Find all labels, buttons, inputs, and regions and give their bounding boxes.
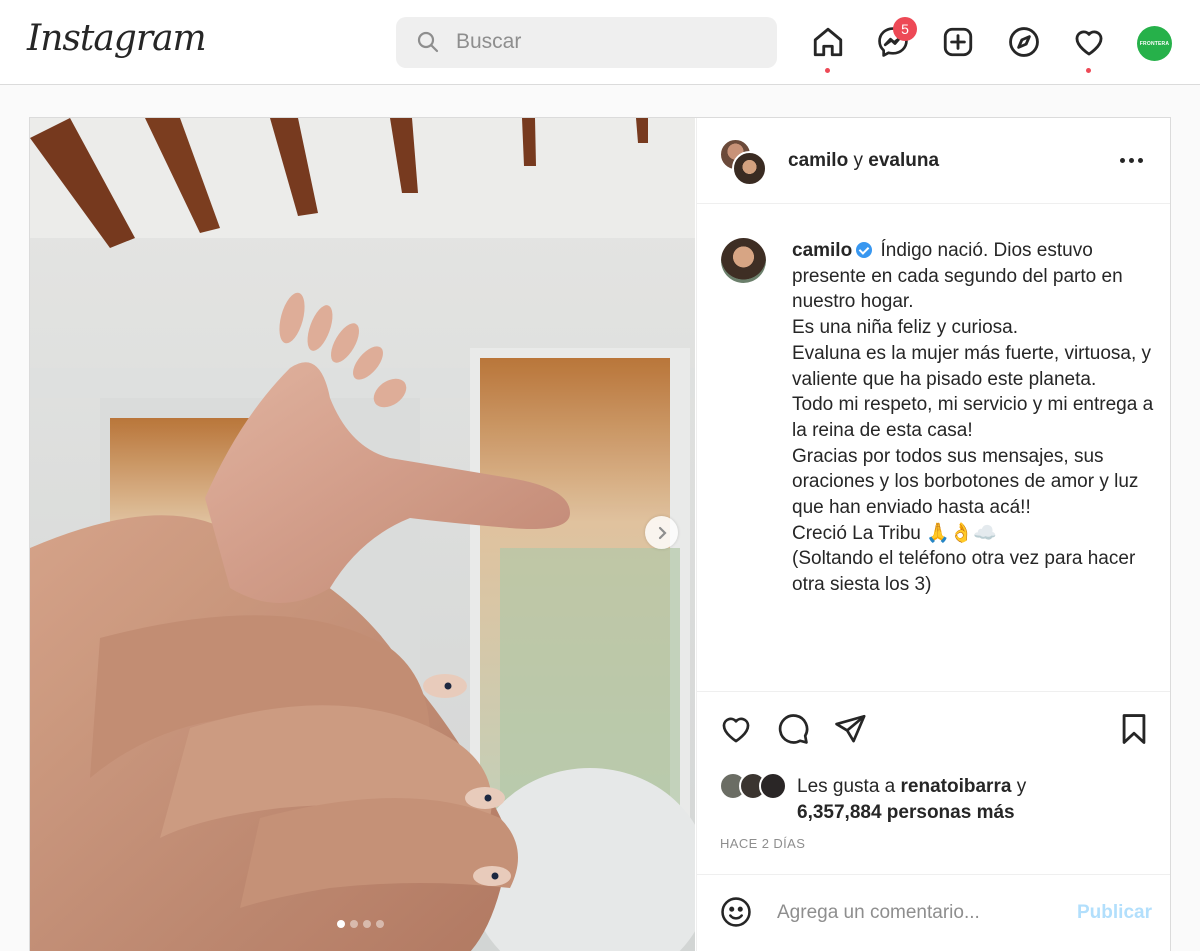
comment-icon xyxy=(778,714,809,744)
messages-badge: 5 xyxy=(893,17,917,41)
carousel-dot xyxy=(363,920,371,928)
save-button[interactable] xyxy=(1117,712,1153,748)
caption-avatar[interactable] xyxy=(721,238,766,283)
likes-count[interactable]: 6,357,884 personas más xyxy=(797,802,1015,823)
likes-text: Les gusta a renatoibarra y 6,357,884 per… xyxy=(797,774,1157,826)
post-media[interactable] xyxy=(30,118,695,951)
caption-text: Índigo nació. Dios estuvo presente en ca… xyxy=(792,240,1154,596)
search-box[interactable] xyxy=(396,17,777,68)
add-comment-bar: Publicar xyxy=(697,874,1170,951)
new-post-button[interactable] xyxy=(940,24,976,60)
caption-username[interactable]: camilo xyxy=(792,240,852,261)
avatar xyxy=(759,772,787,800)
avatar xyxy=(732,151,767,186)
share-button[interactable] xyxy=(833,712,869,748)
publish-button[interactable]: Publicar xyxy=(1077,902,1152,924)
more-dot xyxy=(1128,157,1134,163)
explore-button[interactable] xyxy=(1006,24,1042,60)
comment-input[interactable] xyxy=(777,897,1057,929)
compass-icon xyxy=(1009,27,1039,57)
activity-button[interactable] xyxy=(1071,24,1107,73)
plus-square-icon xyxy=(943,27,973,57)
heart-icon xyxy=(722,717,750,743)
post-actions xyxy=(697,692,1170,772)
like-button[interactable] xyxy=(719,712,755,748)
messages-button[interactable]: 5 xyxy=(875,17,917,60)
emoji-button[interactable] xyxy=(719,895,755,931)
liker-avatars xyxy=(719,772,795,800)
emoji-icon xyxy=(721,897,751,927)
likes-prefix: Les gusta a xyxy=(797,776,896,797)
post-card: camilo y evaluna camilo Índigo nació. Di… xyxy=(29,117,1171,951)
post-header: camilo y evaluna xyxy=(697,118,1170,204)
carousel-indicator xyxy=(337,920,384,928)
bookmark-icon xyxy=(1122,714,1146,744)
verified-badge-icon xyxy=(856,242,873,258)
carousel-next-button[interactable] xyxy=(645,516,678,549)
home-notification-dot xyxy=(825,68,830,73)
post-sidebar: camilo y evaluna camilo Índigo nació. Di… xyxy=(696,118,1170,951)
profile-avatar-label: FRONTERA xyxy=(1139,40,1170,47)
search-icon xyxy=(417,31,439,53)
post-timestamp[interactable]: HACE 2 DÍAS xyxy=(720,836,805,851)
chevron-right-icon xyxy=(658,526,667,539)
carousel-dot xyxy=(350,920,358,928)
post-caption: camilo Índigo nació. Dios estuvo present… xyxy=(792,238,1162,598)
collab-avatars[interactable] xyxy=(719,138,769,188)
likes-joiner: y xyxy=(1016,776,1027,797)
carousel-dot-active xyxy=(337,920,345,928)
activity-notification-dot xyxy=(1086,68,1091,73)
post-authors: camilo y evaluna xyxy=(788,150,939,172)
comments-section[interactable]: camilo Índigo nació. Dios estuvo present… xyxy=(697,204,1170,692)
author-link-camilo[interactable]: camilo xyxy=(788,150,848,171)
more-dot xyxy=(1119,157,1125,163)
author-joiner: y xyxy=(853,150,863,171)
more-dot xyxy=(1137,157,1143,163)
profile-avatar[interactable]: FRONTERA xyxy=(1137,26,1172,61)
home-icon xyxy=(813,27,843,57)
top-navigation-bar: Instagram 5 FRONTERA xyxy=(0,0,1200,85)
carousel-dot xyxy=(376,920,384,928)
instagram-logo[interactable]: Instagram xyxy=(27,18,207,59)
heart-icon xyxy=(1075,30,1103,56)
send-icon xyxy=(835,714,866,743)
more-options-button[interactable] xyxy=(1117,148,1145,172)
author-link-evaluna[interactable]: evaluna xyxy=(868,150,939,171)
post-photo xyxy=(30,118,695,951)
comment-button[interactable] xyxy=(776,712,812,748)
home-button[interactable] xyxy=(810,24,846,73)
liker-username[interactable]: renatoibarra xyxy=(901,776,1012,797)
search-input[interactable] xyxy=(456,27,756,57)
